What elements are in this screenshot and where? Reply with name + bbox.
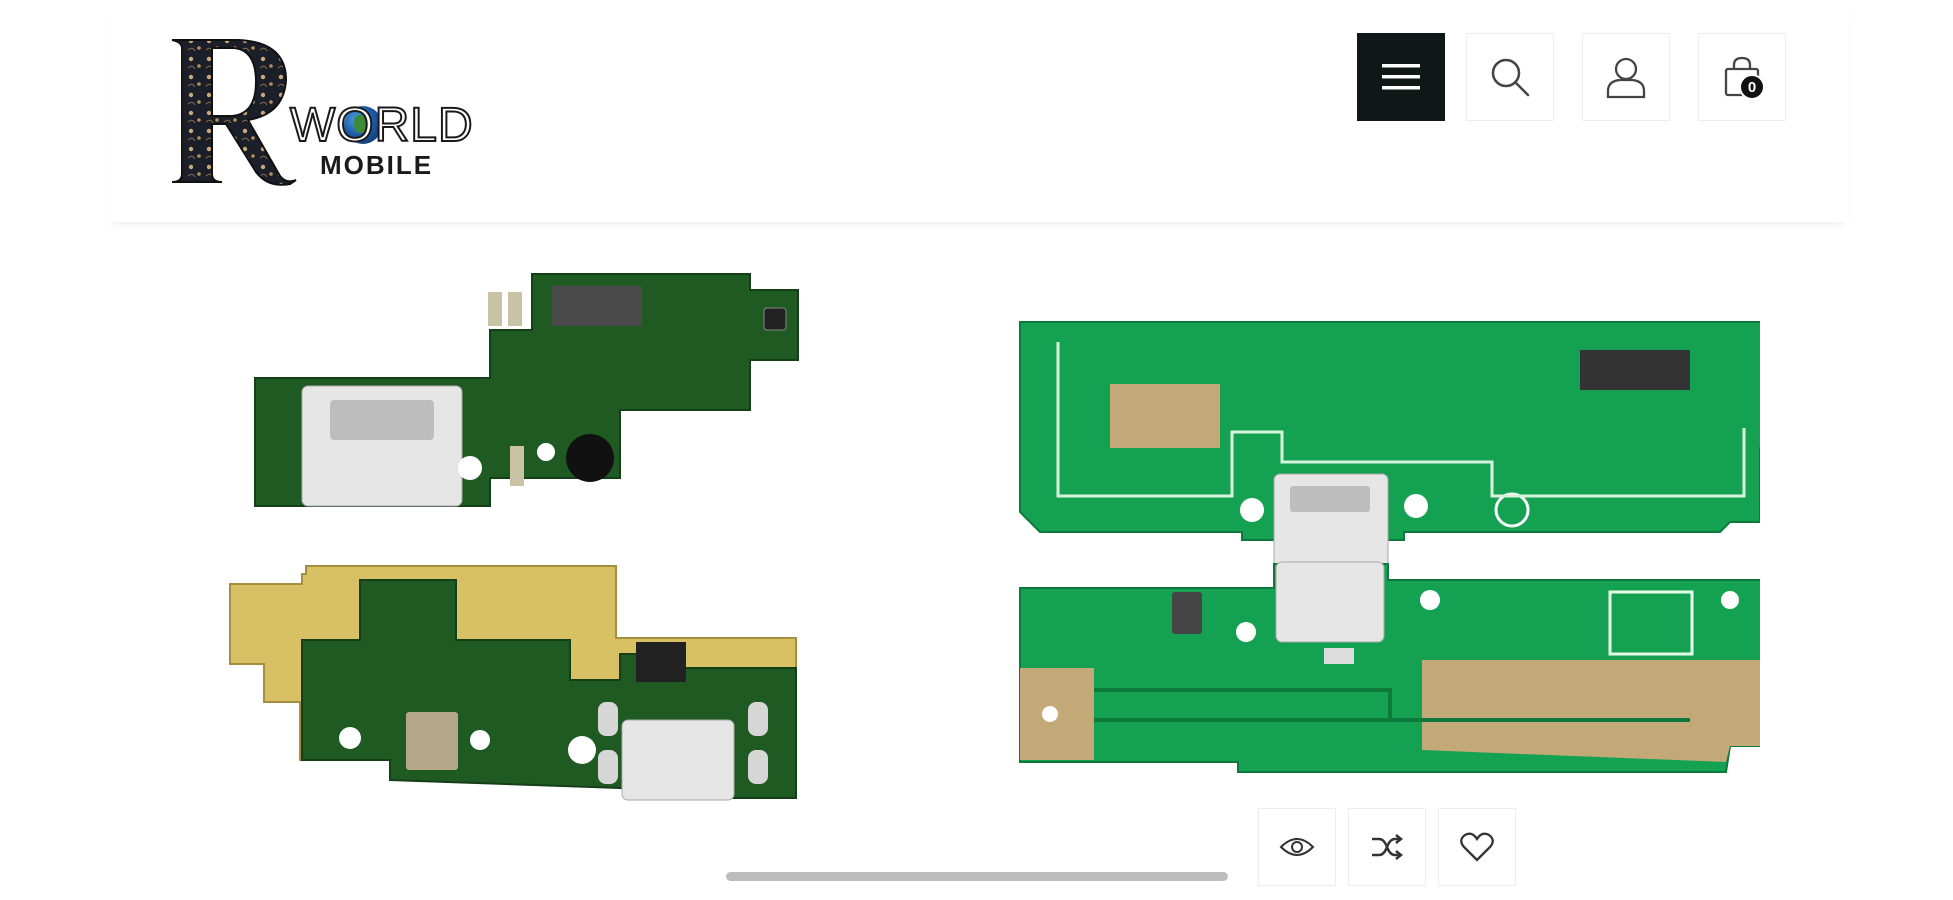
pcb-board-right-top: [1019, 321, 1760, 571]
search-button[interactable]: [1466, 33, 1554, 121]
cart-count-badge: 0: [1739, 74, 1765, 100]
product-image[interactable]: [190, 250, 1760, 900]
logo-r-glyph: [171, 39, 297, 186]
search-icon: [1491, 58, 1530, 97]
quick-view-button[interactable]: [1258, 808, 1336, 886]
site-header: WORLD MOBILE 0: [108, 0, 1848, 222]
pcb-board-right-bottom: [1019, 561, 1760, 773]
site-logo[interactable]: WORLD MOBILE: [168, 36, 518, 186]
logo-mobile-text: MOBILE: [320, 150, 434, 180]
pcb-board-left-bottom: [229, 565, 797, 801]
menu-icon: [1382, 64, 1420, 90]
user-icon: [1606, 57, 1646, 99]
menu-button[interactable]: [1357, 33, 1445, 121]
heart-icon: [1460, 832, 1494, 862]
compare-button[interactable]: [1348, 808, 1426, 886]
wishlist-button[interactable]: [1438, 808, 1516, 886]
product-actions: [1258, 808, 1516, 886]
eye-icon: [1279, 838, 1315, 856]
cart-button[interactable]: 0: [1698, 33, 1786, 121]
horizontal-scrollbar[interactable]: [726, 872, 1228, 881]
pcb-board-left-top: [254, 273, 799, 507]
logo-world-text: WORLD: [289, 98, 474, 153]
account-button[interactable]: [1582, 33, 1670, 121]
product-card[interactable]: [190, 250, 1760, 900]
shuffle-icon: [1372, 834, 1404, 860]
